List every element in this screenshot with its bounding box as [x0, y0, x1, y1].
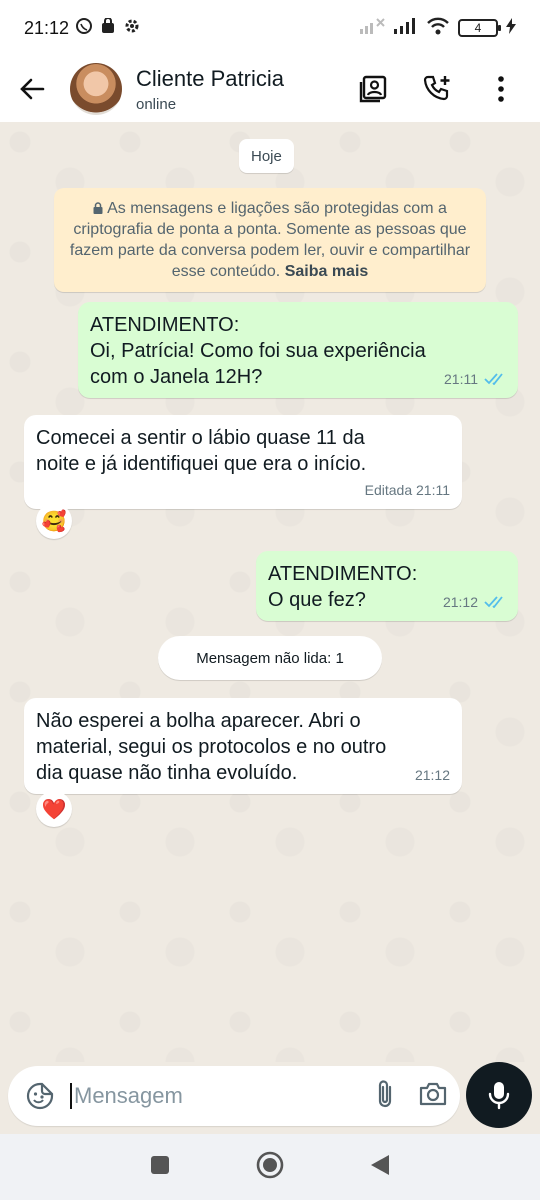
- home-circle-icon: [256, 1151, 284, 1178]
- lock-notification-icon: [101, 16, 115, 39]
- sticker-button[interactable]: [20, 1076, 60, 1116]
- status-time: 21:12: [24, 17, 70, 38]
- reaction-badge[interactable]: 🥰: [36, 503, 72, 539]
- chat-header: Cliente Patricia online: [0, 56, 540, 122]
- paperclip-icon: [378, 1079, 392, 1107]
- more-options-button[interactable]: [476, 64, 526, 114]
- signal-x-icon: [360, 17, 386, 39]
- voice-record-button[interactable]: [466, 1062, 532, 1128]
- double-check-icon: [484, 373, 503, 385]
- message-line: Oi, Patrícia! Como foi sua experiência: [90, 340, 426, 362]
- home-button[interactable]: [256, 1151, 284, 1184]
- contact-card-button[interactable]: [348, 64, 398, 114]
- message-composer: [8, 1066, 460, 1126]
- message-input[interactable]: [70, 1083, 330, 1109]
- unread-messages-chip: Mensagem não lida: 1: [158, 636, 382, 680]
- message-line: dia quase não tinha evoluído.: [36, 762, 298, 784]
- message-line: material, segui os protocolos e no outro: [36, 736, 387, 758]
- signal-icon: [394, 17, 418, 39]
- message-line: com o Janela 12H?: [90, 366, 263, 388]
- learn-more-link[interactable]: Saiba mais: [285, 263, 369, 280]
- message-incoming[interactable]: Comecei a sentir o lábio quase 11 da noi…: [24, 415, 462, 509]
- message-line: O que fez?: [268, 589, 366, 611]
- square-icon: [151, 1155, 169, 1174]
- more-vertical-icon: [498, 76, 504, 102]
- sticker-icon: [26, 1082, 54, 1110]
- add-call-button[interactable]: [412, 64, 462, 114]
- reaction-badge[interactable]: ❤️: [36, 791, 72, 827]
- wifi-icon: [426, 17, 450, 40]
- contact-name: Cliente Patricia: [136, 65, 284, 91]
- chat-area[interactable]: Hoje As mensagens e ligações são protegi…: [0, 122, 540, 1062]
- attach-button[interactable]: [374, 1079, 396, 1114]
- date-chip: Hoje: [239, 139, 294, 173]
- message-line: ATENDIMENTO:: [90, 314, 240, 336]
- phone-add-icon: [423, 75, 450, 101]
- recents-button[interactable]: [150, 1155, 170, 1180]
- message-time: Editada 21:11: [364, 482, 450, 498]
- message-time: 21:11: [444, 371, 478, 387]
- whatsapp-notification-icon: [75, 17, 93, 40]
- triangle-back-icon: [371, 1154, 389, 1175]
- message-time: 21:12: [442, 594, 478, 610]
- back-button[interactable]: [0, 56, 64, 122]
- system-nav-bar: [0, 1134, 540, 1200]
- message-outgoing[interactable]: ATENDIMENTO: Oi, Patrícia! Como foi sua …: [78, 302, 518, 398]
- settings-notification-icon: [123, 17, 141, 40]
- message-line: Comecei a sentir o lábio quase 11 da: [36, 427, 365, 449]
- charging-icon: [506, 17, 516, 39]
- battery-level: 4: [474, 21, 482, 35]
- message-outgoing[interactable]: ATENDIMENTO: O que fez? 21:12: [256, 551, 518, 621]
- message-incoming[interactable]: Não esperei a bolha aparecer. Abri o mat…: [24, 698, 462, 794]
- arrow-left-icon: [20, 78, 45, 100]
- contact-card-icon: [359, 75, 387, 103]
- avatar[interactable]: [70, 63, 122, 115]
- camera-icon: [419, 1082, 447, 1105]
- encryption-notice[interactable]: As mensagens e ligações são protegidas c…: [54, 188, 486, 292]
- message-line: ATENDIMENTO:: [268, 563, 418, 585]
- contact-status: online: [136, 95, 177, 113]
- message-line: noite e já identifiquei que era o início…: [36, 453, 367, 475]
- message-time: 21:12: [414, 767, 450, 783]
- camera-button[interactable]: [418, 1081, 448, 1112]
- battery-icon: 4: [458, 19, 501, 37]
- status-bar: 21:12 4: [0, 0, 540, 56]
- encryption-text: As mensagens e ligações são protegidas c…: [69, 200, 471, 280]
- contact-info[interactable]: Cliente Patricia online: [136, 66, 284, 113]
- back-nav-button[interactable]: [370, 1154, 390, 1181]
- message-line: Não esperei a bolha aparecer. Abri o: [36, 710, 361, 732]
- microphone-icon: [488, 1082, 510, 1110]
- double-check-icon: [484, 596, 503, 608]
- lock-icon: [93, 202, 103, 214]
